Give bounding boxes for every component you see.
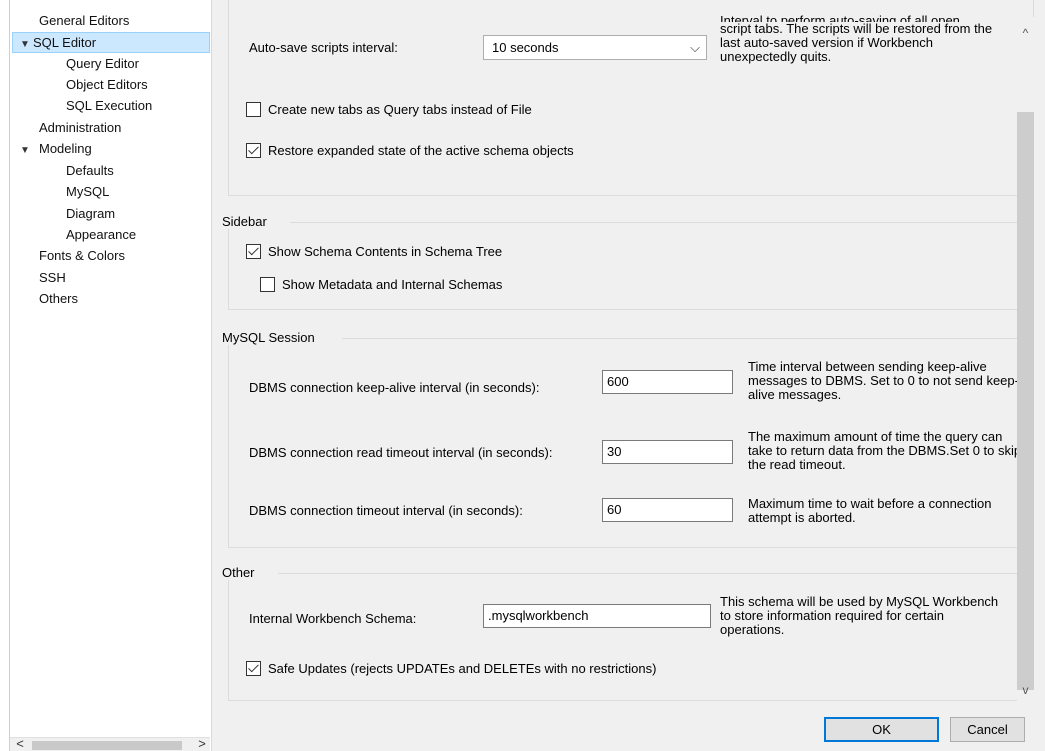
checkbox-label: Restore expanded state of the active sch… [268, 142, 574, 158]
autosave-description: script tabs. The scripts will be restore… [720, 21, 993, 64]
autosave-description-top: Interval to perform auto-saving of all o… [720, 13, 960, 22]
internal-schema-description: This schema will be used by MySQL Workbe… [720, 594, 999, 637]
tree-item-label: Diagram [66, 206, 116, 221]
sidebar-group [228, 222, 1034, 310]
tree-item-others[interactable]: Others [39, 288, 78, 309]
checkbox-label: Show Metadata and Internal Schemas [282, 276, 503, 292]
tree-item-label: SSH [39, 270, 66, 285]
tree-item-label: SQL Execution [66, 98, 153, 113]
tree-item-label: Appearance [66, 227, 137, 242]
chevron-down-icon: ⌵ [690, 40, 700, 55]
sidebar-title: Sidebar [220, 214, 269, 229]
schema-contents-checkbox[interactable] [246, 243, 261, 259]
read-timeout-input[interactable]: 30 [602, 440, 733, 464]
tree-item-diagram[interactable]: Diagram [66, 203, 115, 224]
autosave-interval-select[interactable]: 10 seconds ⌵ [483, 35, 707, 60]
tree-item-label: Fonts & Colors [39, 248, 125, 263]
tree-item-label: SQL Editor [33, 35, 97, 50]
ok-button[interactable]: OK [824, 717, 939, 742]
settings-panel: Interval to perform auto-saving of all o… [212, 0, 1045, 751]
preferences-tree[interactable]: General Editors ▼ SQL Editor Query Editor… [0, 0, 212, 751]
checkbox-label: Create new tabs as Query tabs instead of… [268, 101, 532, 117]
keepalive-description: Time interval between sending keep-alive… [748, 359, 1019, 402]
expand-arrow-icon[interactable]: ▼ [20, 35, 33, 54]
safe-updates-option[interactable]: Safe Updates (rejects UPDATEs and DELETE… [246, 658, 656, 678]
checkbox-label: Safe Updates (rejects UPDATEs and DELETE… [268, 660, 657, 676]
keepalive-label: DBMS connection keep-alive interval (in … [249, 380, 540, 395]
read-timeout-label: DBMS connection read timeout interval (i… [249, 445, 553, 460]
checkbox-label: Show Schema Contents in Schema Tree [268, 243, 503, 259]
tree-item-query-editor[interactable]: Query Editor [66, 53, 139, 74]
restore-state-checkbox[interactable] [246, 142, 261, 158]
tree-item-sql-execution[interactable]: SQL Execution [66, 95, 152, 116]
tree-left-edge [0, 0, 10, 751]
tree-item-label: Modeling [39, 141, 92, 156]
tree-item-mysql[interactable]: MySQL [66, 181, 109, 202]
scroll-left-icon[interactable]: < [12, 737, 28, 751]
keepalive-input[interactable]: 600 [602, 370, 733, 394]
restore-state-option[interactable]: Restore expanded state of the active sch… [246, 140, 574, 160]
scroll-down-icon[interactable]: v [1017, 682, 1034, 699]
select-value: 10 seconds [492, 40, 559, 55]
tree-item-appearance[interactable]: Appearance [66, 224, 136, 245]
tree-item-fonts-colors[interactable]: Fonts & Colors [39, 245, 125, 266]
tree-item-ssh[interactable]: SSH [39, 267, 66, 288]
group-border [290, 222, 1034, 223]
cancel-button[interactable]: Cancel [950, 717, 1025, 742]
metadata-schemas-option[interactable]: Show Metadata and Internal Schemas [260, 274, 502, 294]
query-tabs-option[interactable]: Create new tabs as Query tabs instead of… [246, 99, 532, 119]
schema-contents-option[interactable]: Show Schema Contents in Schema Tree [246, 241, 502, 261]
expand-arrow-icon[interactable]: ▼ [20, 140, 33, 161]
tree-item-label: General Editors [39, 13, 130, 28]
read-timeout-description: The maximum amount of time the query can… [748, 429, 1022, 472]
tree-horizontal-scrollbar[interactable]: < > [10, 737, 210, 751]
settings-vertical-scrollbar[interactable]: ^ v [1017, 17, 1034, 701]
internal-schema-label: Internal Workbench Schema: [249, 611, 417, 626]
other-title: Other [220, 565, 257, 580]
group-border [278, 573, 1034, 574]
conn-timeout-label: DBMS connection timeout interval (in sec… [249, 503, 523, 518]
tree-item-label: Defaults [66, 163, 114, 178]
conn-timeout-description: Maximum time to wait before a connection… [748, 496, 992, 525]
tree-item-label: MySQL [66, 184, 110, 199]
internal-schema-input[interactable]: .mysqlworkbench [483, 604, 711, 628]
conn-timeout-input[interactable]: 60 [602, 498, 733, 522]
tree-item-defaults[interactable]: Defaults [66, 160, 114, 181]
tree-item-general-editors[interactable]: General Editors [39, 10, 129, 31]
tree-item-sql-editor[interactable]: ▼ SQL Editor [12, 32, 210, 53]
tree-item-label: Others [39, 291, 79, 306]
metadata-schemas-checkbox[interactable] [260, 276, 275, 292]
tree-item-administration[interactable]: Administration [39, 117, 121, 138]
scroll-up-icon[interactable]: ^ [1017, 25, 1034, 42]
scrollbar-thumb[interactable] [1017, 112, 1034, 690]
other-group [228, 573, 1034, 701]
tree-item-label: Query Editor [66, 56, 139, 71]
mysql-session-title: MySQL Session [220, 330, 317, 345]
tree-item-modeling[interactable]: ▼ Modeling [20, 138, 92, 159]
query-tabs-checkbox[interactable] [246, 101, 261, 117]
group-border [342, 338, 1034, 339]
scroll-right-icon[interactable]: > [194, 737, 210, 751]
tree-item-label: Object Editors [66, 77, 148, 92]
autosave-label: Auto-save scripts interval: [249, 40, 398, 55]
tree-item-object-editors[interactable]: Object Editors [66, 74, 148, 95]
safe-updates-checkbox[interactable] [246, 660, 261, 676]
tree-item-label: Administration [39, 120, 122, 135]
scrollbar-thumb[interactable] [32, 741, 182, 750]
